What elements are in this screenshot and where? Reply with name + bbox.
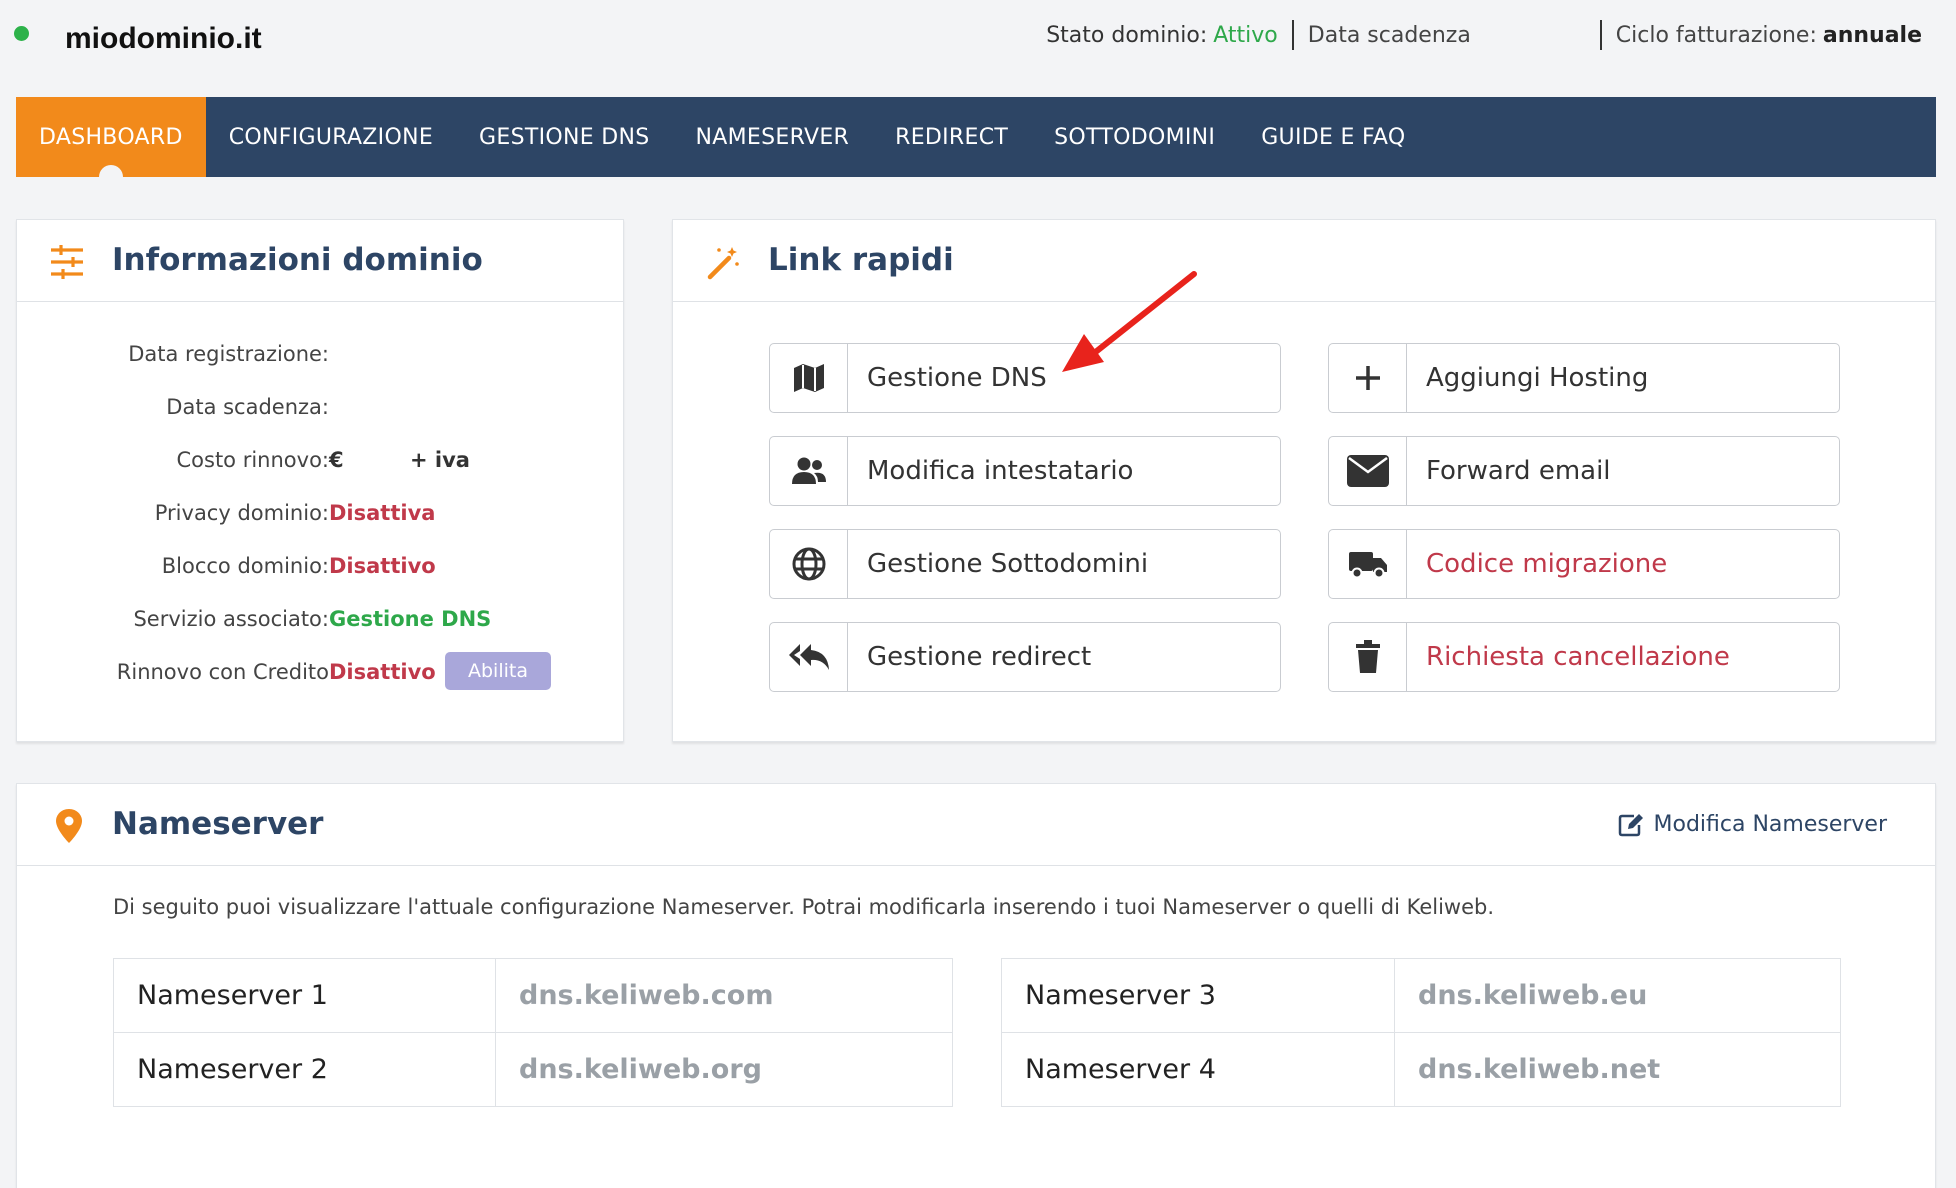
modifica-nameserver-link[interactable]: Modifica Nameserver <box>1618 812 1888 837</box>
nameserver-value: dns.keliweb.com <box>495 958 953 1033</box>
tab-gestione-dns[interactable]: GESTIONE DNS <box>456 97 672 177</box>
domain-info-header: Informazioni dominio <box>17 220 623 302</box>
nameserver-table-right: Nameserver 3 dns.keliweb.eu Nameserver 4… <box>1001 958 1841 1107</box>
quick-links-title: Link rapidi <box>768 242 954 278</box>
info-label: Costo rinnovo: <box>176 448 330 472</box>
domain-expiry: Data scadenza <box>1291 20 1600 50</box>
envelope-icon <box>1329 437 1407 505</box>
nameserver-card: Nameserver Modifica Nameserver Di seguit… <box>16 783 1936 1188</box>
info-value: Gestione DNS <box>329 607 492 631</box>
info-row-registrazione: Data registrazione: <box>17 334 625 374</box>
quick-link-label: Forward email <box>1426 456 1611 486</box>
info-row-privacy: Privacy dominio: Disattiva <box>17 493 625 533</box>
table-row: Nameserver 2 dns.keliweb.org <box>113 1032 953 1107</box>
domain-status: Stato dominio: Attivo <box>1032 20 1292 50</box>
forward-email-button[interactable]: Forward email <box>1328 436 1840 506</box>
tab-sottodomini[interactable]: SOTTODOMINI <box>1031 97 1238 177</box>
info-row-blocco: Blocco dominio: Disattivo <box>17 546 625 586</box>
tab-guide-faq[interactable]: GUIDE E FAQ <box>1238 97 1428 177</box>
info-row-servizio: Servizio associato: Gestione DNS <box>17 599 625 639</box>
domain-name: miodominio.it <box>65 22 262 55</box>
nameserver-table-left: Nameserver 1 dns.keliweb.com Nameserver … <box>113 958 953 1107</box>
richiesta-cancellazione-button[interactable]: Richiesta cancellazione <box>1328 622 1840 692</box>
quick-link-label: Gestione Sottodomini <box>867 549 1149 579</box>
nameserver-description: Di seguito puoi visualizzare l'attuale c… <box>113 895 1495 919</box>
globe-icon <box>770 530 848 598</box>
nameserver-title: Nameserver <box>112 806 324 842</box>
info-row-costo: Costo rinnovo: € + iva <box>17 440 625 480</box>
plus-icon <box>1329 344 1407 412</box>
aggiungi-hosting-button[interactable]: Aggiungi Hosting <box>1328 343 1840 413</box>
map-marker-icon <box>56 809 82 843</box>
info-row-scadenza: Data scadenza: <box>17 387 625 427</box>
info-label: Blocco dominio: <box>161 554 329 578</box>
main-nav: DASHBOARD CONFIGURAZIONE GESTIONE DNS NA… <box>16 97 1936 189</box>
quick-link-label: Richiesta cancellazione <box>1426 642 1730 672</box>
edit-icon <box>1618 813 1643 836</box>
info-label: Data scadenza: <box>166 395 329 419</box>
gestione-sottodomini-button[interactable]: Gestione Sottodomini <box>769 529 1281 599</box>
info-label: Rinnovo con Credito <box>116 660 329 684</box>
info-value: Disattivo <box>329 660 436 684</box>
tab-nameserver[interactable]: NAMESERVER <box>673 97 873 177</box>
billing-value: annuale <box>1822 22 1922 48</box>
quick-link-label: Gestione redirect <box>867 642 1092 672</box>
sliders-icon <box>51 245 83 279</box>
info-label: Privacy dominio: <box>154 501 329 525</box>
table-row: Nameserver 3 dns.keliweb.eu <box>1001 958 1841 1033</box>
tab-redirect[interactable]: REDIRECT <box>872 97 1031 177</box>
modifica-intestatario-button[interactable]: Modifica intestatario <box>769 436 1281 506</box>
info-label: Servizio associato: <box>133 607 329 631</box>
nameserver-value: dns.keliweb.net <box>1394 1032 1841 1107</box>
tab-configurazione[interactable]: CONFIGURAZIONE <box>206 97 456 177</box>
truck-icon <box>1329 530 1407 598</box>
domain-info-card: Informazioni dominio Data registrazione:… <box>16 219 624 742</box>
domain-info-title: Informazioni dominio <box>112 242 483 278</box>
quick-link-label: Codice migrazione <box>1426 549 1668 579</box>
map-icon <box>770 344 848 412</box>
info-label: Data registrazione: <box>128 342 329 366</box>
nameserver-label: Nameserver 1 <box>113 958 496 1033</box>
info-value-currency: € <box>329 448 344 472</box>
info-value-suffix: + iva <box>410 448 470 472</box>
reply-all-icon <box>770 623 848 691</box>
status-value: Attivo <box>1213 22 1278 48</box>
trash-icon <box>1329 623 1407 691</box>
info-value: Disattiva <box>329 501 436 525</box>
status-label: Stato dominio: <box>1046 22 1208 48</box>
nameserver-value: dns.keliweb.eu <box>1394 958 1841 1033</box>
nameserver-label: Nameserver 3 <box>1001 958 1395 1033</box>
quick-links-card: Link rapidi Gestione DNS Modifica intest… <box>672 219 1936 742</box>
nameserver-label: Nameserver 4 <box>1001 1032 1395 1107</box>
info-row-rinnovo: Rinnovo con Credito Disattivo Abilita <box>17 652 625 692</box>
nameserver-label: Nameserver 2 <box>113 1032 496 1107</box>
quick-link-label: Gestione DNS <box>867 363 1047 393</box>
nameserver-header: Nameserver Modifica Nameserver <box>17 784 1935 866</box>
top-bar: miodominio.it Stato dominio: Attivo Data… <box>0 0 1956 90</box>
billing-label: Ciclo fatturazione: <box>1615 22 1817 48</box>
tab-dashboard[interactable]: DASHBOARD <box>16 97 206 189</box>
users-icon <box>770 437 848 505</box>
status-dot-icon <box>14 26 29 41</box>
magic-wand-icon <box>707 247 739 280</box>
expiry-label: Data scadenza <box>1307 22 1471 48</box>
annotation-arrow-icon <box>1062 271 1197 372</box>
quick-link-label: Modifica intestatario <box>867 456 1134 486</box>
table-row: Nameserver 4 dns.keliweb.net <box>1001 1032 1841 1107</box>
domain-meta: Stato dominio: Attivo Data scadenza Cicl… <box>1032 20 1936 50</box>
gestione-redirect-button[interactable]: Gestione redirect <box>769 622 1281 692</box>
table-row: Nameserver 1 dns.keliweb.com <box>113 958 953 1033</box>
info-value: Disattivo <box>329 554 436 578</box>
billing-cycle: Ciclo fatturazione: annuale <box>1599 20 1936 50</box>
nameserver-value: dns.keliweb.org <box>495 1032 953 1107</box>
abilita-button[interactable]: Abilita <box>445 652 551 690</box>
modifica-nameserver-label: Modifica Nameserver <box>1653 812 1888 837</box>
quick-link-label: Aggiungi Hosting <box>1426 363 1649 393</box>
codice-migrazione-button[interactable]: Codice migrazione <box>1328 529 1840 599</box>
quick-links-header: Link rapidi <box>673 220 1935 302</box>
